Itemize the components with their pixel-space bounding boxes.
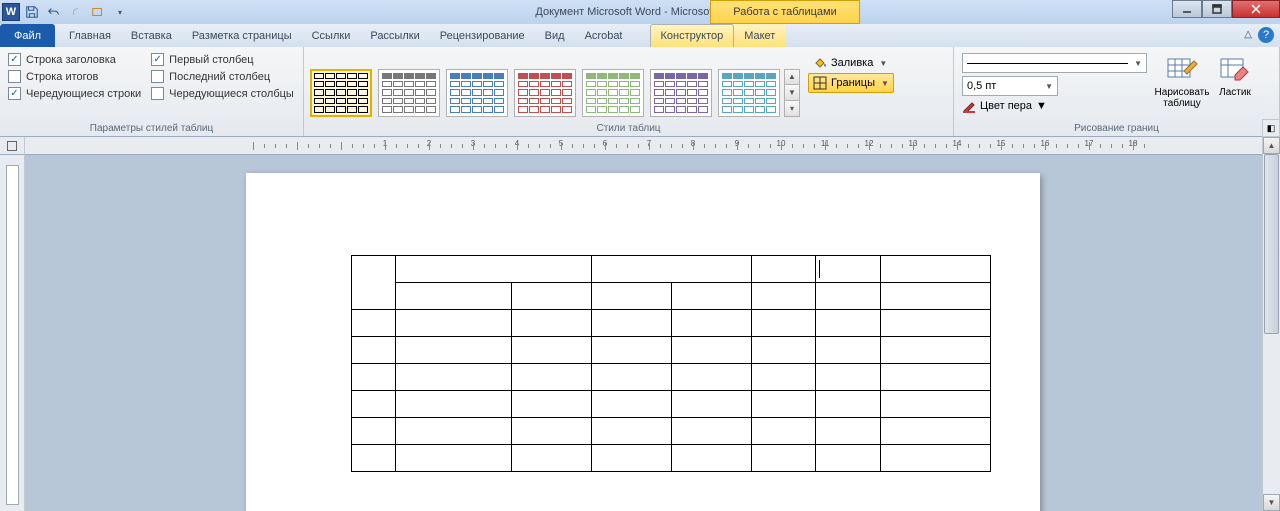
ribbon: ✓Строка заголовка Строка итогов ✓Чередую… — [0, 47, 1280, 137]
ruler-toggle-icon[interactable]: ◧ — [1262, 119, 1280, 137]
ribbon-tabs: Файл Главная Вставка Разметка страницы С… — [0, 24, 1280, 47]
chk-last-column[interactable]: Последний столбец — [151, 70, 294, 83]
chk-total-row-label: Строка итогов — [26, 71, 98, 83]
draw-table-icon — [1166, 53, 1198, 85]
group-draw-borders: ▼ 0,5 пт▼ Цвет пера ▼ Нарисовать таблицу… — [954, 47, 1280, 136]
close-button[interactable] — [1232, 0, 1280, 18]
contextual-tab-title: Работа с таблицами — [710, 0, 860, 24]
tab-page-layout[interactable]: Разметка страницы — [182, 24, 302, 47]
group-table-style-options: ✓Строка заголовка Строка итогов ✓Чередую… — [0, 47, 304, 136]
help-icon[interactable]: ? — [1258, 27, 1274, 43]
tab-home[interactable]: Главная — [59, 24, 121, 47]
maximize-button[interactable] — [1202, 0, 1232, 18]
scroll-down-icon[interactable]: ▼ — [1263, 494, 1280, 511]
tab-view[interactable]: Вид — [535, 24, 575, 47]
dropdown-icon: ▼ — [1036, 100, 1047, 112]
chk-total-row[interactable]: Строка итогов — [8, 70, 141, 83]
tab-review[interactable]: Рецензирование — [430, 24, 535, 47]
quick-access-toolbar: W ▾ — [0, 2, 130, 22]
shading-button[interactable]: Заливка ▼ — [808, 53, 894, 73]
table-style-thumb[interactable] — [378, 69, 440, 117]
gallery-more-icon[interactable]: ▾ — [785, 101, 799, 116]
group-label-1: Параметры стилей таблиц — [0, 123, 303, 134]
chk-banded-columns-label: Чередующиеся столбцы — [169, 88, 294, 100]
dropdown-icon: ▼ — [881, 79, 889, 88]
file-tab[interactable]: Файл — [0, 24, 55, 47]
tab-design[interactable]: Конструктор — [650, 24, 735, 47]
vertical-ruler[interactable] — [0, 155, 25, 511]
line-style-combo[interactable]: ▼ — [962, 53, 1147, 73]
pen-color-button[interactable]: Цвет пера ▼ — [962, 99, 1147, 113]
save-icon[interactable] — [22, 2, 42, 22]
tab-layout[interactable]: Макет — [734, 24, 785, 47]
shading-label: Заливка — [831, 57, 873, 69]
group-table-styles: ▲ ▼ ▾ Заливка ▼ Границы ▼ Стили таблиц — [304, 47, 954, 136]
table-style-thumb[interactable] — [718, 69, 780, 117]
gallery-up-icon[interactable]: ▲ — [785, 70, 799, 86]
dropdown-icon: ▼ — [879, 59, 887, 68]
document-table[interactable] — [351, 255, 991, 472]
chk-banded-rows-label: Чередующиеся строки — [26, 88, 141, 100]
chk-banded-columns[interactable]: Чередующиеся столбцы — [151, 87, 294, 100]
minimize-button[interactable] — [1172, 0, 1202, 18]
word-app-icon[interactable]: W — [2, 3, 20, 21]
window-title: Документ Microsoft Word - Microsoft Word — [0, 6, 1280, 18]
undo-icon[interactable] — [44, 2, 64, 22]
table-style-thumb[interactable] — [582, 69, 644, 117]
group-label-2: Стили таблиц — [304, 123, 953, 134]
tab-stop-icon — [7, 141, 17, 151]
chk-header-row[interactable]: ✓Строка заголовка — [8, 53, 141, 66]
pen-color-label: Цвет пера — [980, 100, 1032, 112]
scroll-thumb[interactable] — [1264, 154, 1279, 334]
vertical-scrollbar[interactable]: ◧ ▲ ▼ — [1262, 137, 1280, 511]
title-bar: W ▾ Документ Microsoft Word - Microsoft … — [0, 0, 1280, 24]
borders-label: Границы — [831, 77, 875, 89]
redo-icon[interactable] — [66, 2, 86, 22]
tab-acrobat[interactable]: Acrobat — [575, 24, 633, 47]
table-style-thumb[interactable] — [446, 69, 508, 117]
line-weight-value: 0,5 пт — [967, 80, 996, 92]
draw-table-label: Нарисовать таблицу — [1155, 87, 1210, 109]
chk-first-column[interactable]: ✓Первый столбец — [151, 53, 294, 66]
minimize-ribbon-icon[interactable]: △ — [1244, 29, 1252, 40]
tab-selector[interactable] — [0, 137, 25, 155]
tab-references[interactable]: Ссылки — [302, 24, 361, 47]
eraser-label: Ластик — [1219, 87, 1251, 98]
chk-last-column-label: Последний столбец — [169, 71, 270, 83]
chk-banded-rows[interactable]: ✓Чередующиеся строки — [8, 87, 141, 100]
gallery-scroll: ▲ ▼ ▾ — [784, 69, 800, 117]
borders-icon — [813, 76, 827, 90]
document-area — [0, 155, 1262, 511]
scroll-up-icon[interactable]: ▲ — [1263, 137, 1280, 154]
tab-mailings[interactable]: Рассылки — [360, 24, 429, 47]
eraser-icon — [1219, 53, 1251, 85]
line-weight-combo[interactable]: 0,5 пт▼ — [962, 76, 1058, 96]
qat-icon[interactable] — [88, 2, 108, 22]
table-style-thumb[interactable] — [650, 69, 712, 117]
borders-button[interactable]: Границы ▼ — [808, 73, 894, 93]
group-label-3: Рисование границ — [954, 123, 1279, 134]
bucket-icon — [813, 56, 827, 70]
table-style-thumb[interactable] — [310, 69, 372, 117]
chk-first-column-label: Первый столбец — [169, 54, 253, 66]
gallery-down-icon[interactable]: ▼ — [785, 85, 799, 101]
qat-dropdown-icon[interactable]: ▾ — [110, 2, 130, 22]
table-style-thumb[interactable] — [514, 69, 576, 117]
window-controls — [1172, 0, 1280, 18]
ruler-bar: 123456789101112131415161718 — [0, 137, 1280, 155]
horizontal-ruler[interactable]: 123456789101112131415161718 — [243, 137, 1280, 154]
page[interactable] — [246, 173, 1040, 511]
chk-header-row-label: Строка заголовка — [26, 54, 116, 66]
tab-insert[interactable]: Вставка — [121, 24, 182, 47]
pen-color-icon — [962, 99, 976, 113]
